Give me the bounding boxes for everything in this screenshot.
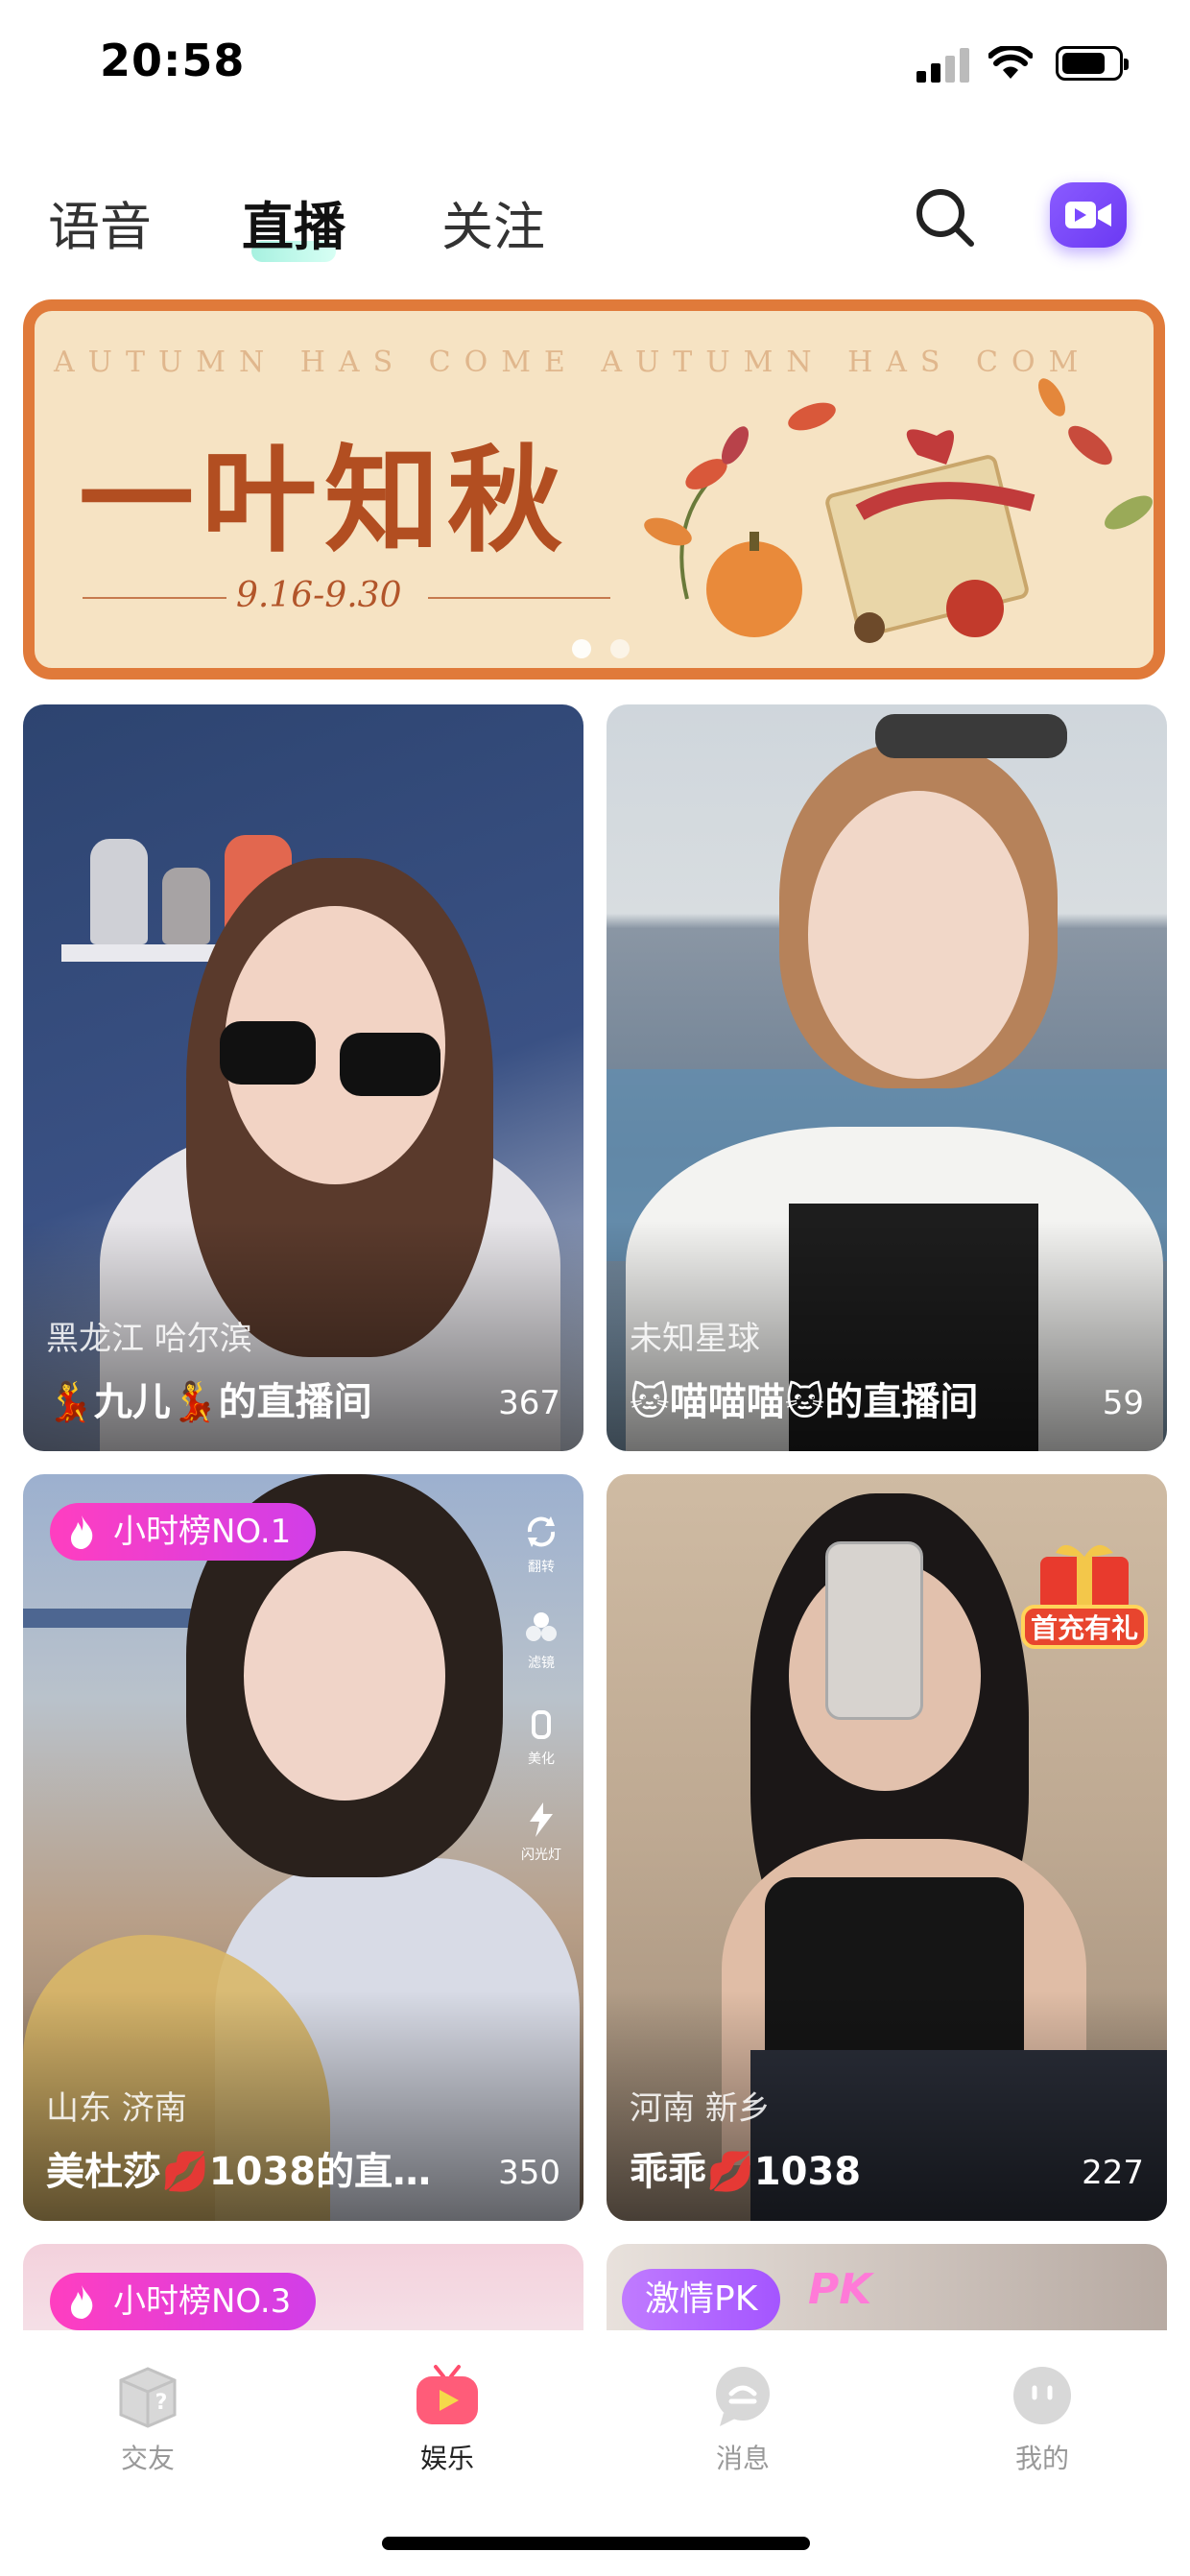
- banner-dot-active[interactable]: [572, 639, 591, 658]
- top-nav: 语音 直播 关注: [0, 163, 1190, 269]
- flip-camera-icon: [527, 1516, 556, 1547]
- tool-filter: 滤镜: [512, 1609, 570, 1672]
- nav-label: 娱乐: [419, 2443, 474, 2474]
- nav-item-me[interactable]: 我的: [975, 2359, 1109, 2476]
- room-title: 🐱喵喵喵🐱的直播间: [630, 1380, 979, 1424]
- wifi-icon: [988, 46, 1033, 79]
- chat-bubble-icon: [716, 2367, 770, 2426]
- hourly-rank-badge: 小时榜NO.1: [50, 1503, 317, 1561]
- room-location: 山东 济南: [46, 2089, 187, 2128]
- search-icon[interactable]: [912, 184, 979, 251]
- nav-label: 我的: [1014, 2443, 1069, 2474]
- tab-follow[interactable]: 关注: [441, 184, 545, 260]
- room-location: 未知星球: [630, 1320, 760, 1358]
- status-time: 20:58: [100, 35, 246, 86]
- camera-tools: 翻转 滤镜 美化 闪光灯: [512, 1513, 570, 1896]
- gift-promo-text: 首充有礼: [1031, 1612, 1138, 1644]
- room-location: 黑龙江 哈尔滨: [46, 1320, 252, 1358]
- tool-flash: 闪光灯: [512, 1801, 570, 1864]
- banner-divider: [83, 597, 226, 599]
- viewer-count: 367: [498, 1384, 560, 1422]
- phone-in-hand: [825, 1541, 923, 1720]
- banner-title: 一叶知秋: [79, 435, 570, 568]
- first-recharge-gift-icon[interactable]: 首充有礼: [1017, 1532, 1152, 1657]
- room-title: 美杜莎💋1038的直…: [46, 2150, 432, 2194]
- beautify-icon: [532, 1710, 551, 1739]
- nav-label: 交友: [120, 2443, 175, 2474]
- start-live-button[interactable]: [1050, 182, 1127, 248]
- tab-live[interactable]: 直播: [242, 184, 345, 262]
- event-banner[interactable]: AUTUMN HAS COME AUTUMN HAS COM 一叶知秋 9.16…: [23, 299, 1165, 680]
- viewer-count: 227: [1082, 2154, 1144, 2192]
- banner-pagination: [572, 639, 649, 662]
- live-room-card[interactable]: 未知星球 🐱喵喵喵🐱的直播间 59: [607, 704, 1167, 1451]
- sunglasses: [220, 1021, 440, 1096]
- nav-label: 消息: [715, 2443, 770, 2474]
- tool-beautify: 美化: [512, 1705, 570, 1768]
- tab-voice[interactable]: 语音: [48, 184, 152, 260]
- box-question-icon: ?: [119, 2367, 177, 2428]
- live-room-card[interactable]: 黑龙江 哈尔滨 💃九儿💃的直播间 367: [23, 704, 583, 1451]
- sunglasses-on-head: [875, 714, 1067, 758]
- pk-badge: 激情PK: [622, 2269, 781, 2330]
- tool-flip: 翻转: [512, 1513, 570, 1576]
- cellular-signal-icon: [916, 48, 970, 83]
- svg-text:?: ?: [155, 2391, 168, 2415]
- flame-icon: [71, 2285, 93, 2319]
- face-icon: [1013, 2367, 1071, 2424]
- nav-item-friends[interactable]: ? 交友: [81, 2359, 215, 2476]
- room-title: 乖乖💋1038: [630, 2150, 862, 2194]
- flame-icon: [71, 1515, 93, 1549]
- hourly-rank-badge: 小时榜NO.3: [50, 2273, 317, 2330]
- autumn-gift-illustration: [644, 378, 1153, 643]
- badge-label: 小时榜NO.1: [113, 1513, 292, 1551]
- live-room-card[interactable]: 首充有礼 河南 新乡 乖乖💋1038 227: [607, 1474, 1167, 2221]
- pk-logo: PK: [808, 2265, 872, 2314]
- banner-date: 9.16-9.30: [236, 576, 402, 615]
- viewer-count: 59: [1102, 1384, 1144, 1422]
- banner-dot[interactable]: [610, 639, 630, 658]
- room-title: 💃九儿💃的直播间: [46, 1380, 372, 1424]
- live-room-card[interactable]: 小时榜NO.1 翻转 滤镜 美化 闪光灯 山东 济南 美杜莎💋1038的直… 3…: [23, 1474, 583, 2221]
- video-camera-icon: [1065, 202, 1111, 228]
- banner-divider: [428, 597, 610, 599]
- home-indicator[interactable]: [382, 2537, 810, 2550]
- status-bar: 20:58: [0, 0, 1190, 125]
- badge-label: 小时榜NO.3: [113, 2282, 292, 2321]
- viewer-count: 350: [498, 2154, 560, 2192]
- nav-item-messages[interactable]: 消息: [676, 2359, 810, 2476]
- tv-play-icon: [416, 2365, 478, 2424]
- flash-icon: [530, 1802, 553, 1837]
- nav-item-entertainment[interactable]: 娱乐: [380, 2359, 514, 2476]
- room-location: 河南 新乡: [630, 2089, 771, 2128]
- battery-icon: [1056, 46, 1129, 81]
- filter-icon: [526, 1612, 557, 1641]
